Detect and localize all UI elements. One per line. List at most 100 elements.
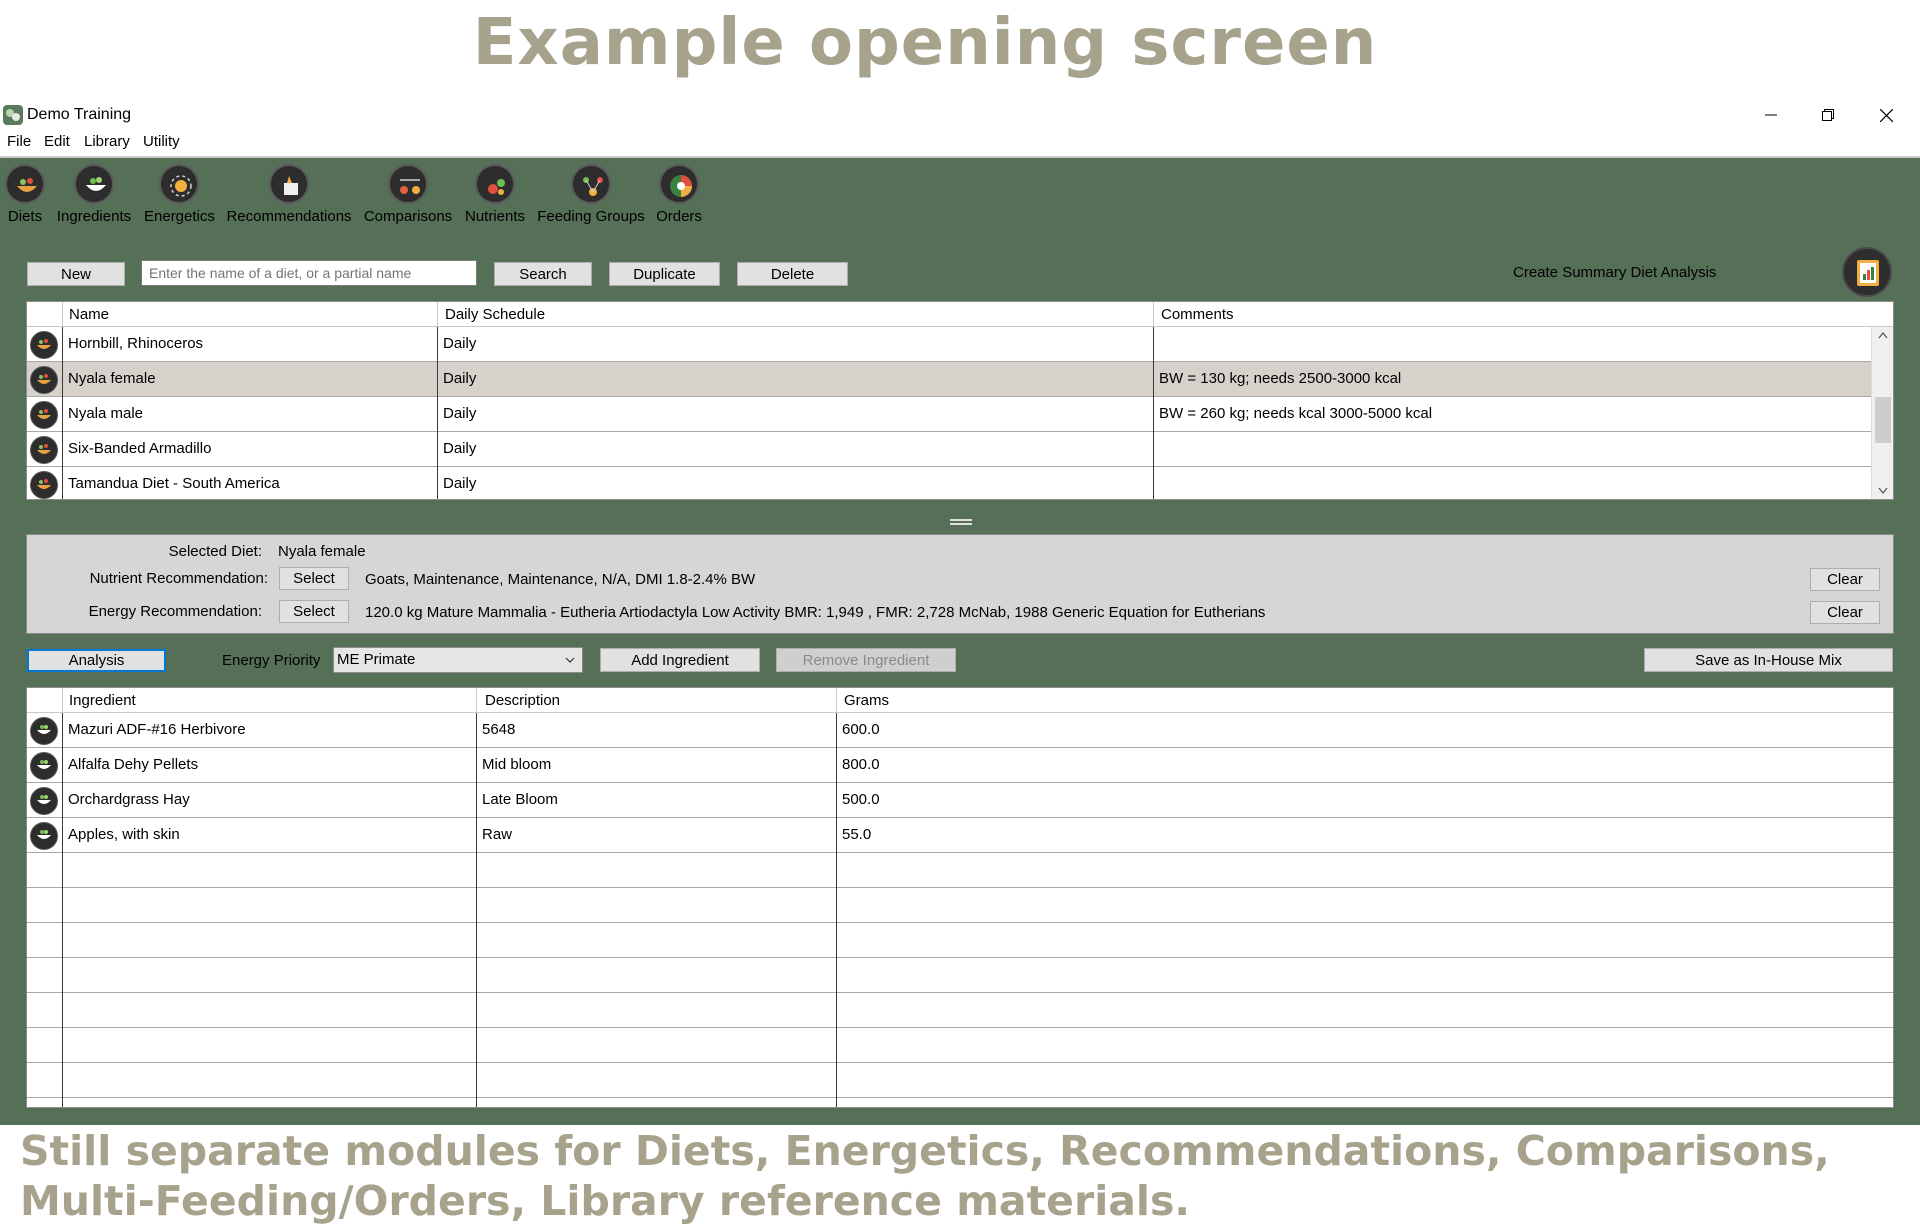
minimize-button[interactable] xyxy=(1743,101,1799,129)
toolbar-diets[interactable]: Diets xyxy=(4,164,46,225)
ingredient-row[interactable]: Mazuri ADF-#16 Herbivore 5648 600.0 xyxy=(27,713,1893,748)
toolbar-nutrients[interactable]: Nutrients xyxy=(463,164,527,225)
energy-priority-select[interactable]: ME Primate xyxy=(333,647,583,673)
ingredient-row[interactable]: Apples, with skin Raw 55.0 xyxy=(27,818,1893,853)
empty-row[interactable] xyxy=(27,1063,1893,1098)
menu-library[interactable]: Library xyxy=(84,133,130,150)
title-bar: Demo Training xyxy=(0,101,1920,129)
window-title: Demo Training xyxy=(27,106,132,123)
diet-schedule: Daily xyxy=(443,335,477,352)
diet-search-input[interactable] xyxy=(141,260,477,286)
toolbar-label: Energetics xyxy=(144,208,215,225)
column-name[interactable]: Name xyxy=(69,306,109,323)
energy-recommendation-value: 120.0 kg Mature Mammalia - Eutheria Arti… xyxy=(365,604,1266,621)
empty-row[interactable] xyxy=(27,888,1893,923)
ingredient-grams[interactable]: 55.0 xyxy=(837,818,1893,852)
divider xyxy=(437,327,438,499)
ingredient-icon xyxy=(30,822,58,850)
empty-row[interactable] xyxy=(27,923,1893,958)
ingredient-grams[interactable]: 800.0 xyxy=(837,748,1893,782)
energy-recommendation-label: Energy Recommendation: xyxy=(88,603,262,620)
save-in-house-mix-button[interactable]: Save as In-House Mix xyxy=(1644,648,1893,672)
duplicate-button[interactable]: Duplicate xyxy=(609,262,720,286)
diet-name: Nyala male xyxy=(68,405,144,422)
toolbar-recommendations[interactable]: Recommendations xyxy=(226,164,352,225)
diet-icon xyxy=(30,331,58,359)
toolbar-comparisons[interactable]: Comparisons xyxy=(363,164,453,225)
column-comments[interactable]: Comments xyxy=(1161,306,1234,323)
ingredient-grams[interactable]: 600.0 xyxy=(837,713,1893,747)
ingredient-grams[interactable]: 500.0 xyxy=(837,783,1893,817)
toolbar-energetics[interactable]: Energetics xyxy=(144,164,215,225)
diet-row[interactable]: Six-Banded Armadillo Daily xyxy=(27,432,1871,467)
analysis-button[interactable]: Analysis xyxy=(27,649,166,672)
clear-nutrient-button[interactable]: Clear xyxy=(1810,568,1880,591)
divider xyxy=(836,713,837,1107)
divider xyxy=(476,713,477,1107)
ingredient-row[interactable]: Orchardgrass Hay Late Bloom 500.0 xyxy=(27,783,1893,818)
diets-scrollbar[interactable] xyxy=(1871,327,1893,499)
column-ingredient[interactable]: Ingredient xyxy=(69,692,136,709)
scroll-thumb[interactable] xyxy=(1875,397,1891,443)
divider xyxy=(476,688,477,713)
select-nutrient-button[interactable]: Select xyxy=(279,567,349,590)
add-ingredient-button[interactable]: Add Ingredient xyxy=(600,648,760,672)
clear-energy-button[interactable]: Clear xyxy=(1810,601,1880,624)
empty-row[interactable] xyxy=(27,993,1893,1028)
selected-diet-value: Nyala female xyxy=(278,543,366,560)
select-energy-button[interactable]: Select xyxy=(279,600,349,623)
column-daily-schedule[interactable]: Daily Schedule xyxy=(445,306,545,323)
menu-bar: File Edit Library Utility xyxy=(0,129,1920,155)
nutrient-recommendation-label: Nutrient Recommendation: xyxy=(89,570,268,587)
new-diet-button[interactable]: New xyxy=(27,262,125,286)
toolbar-feeding-groups[interactable]: Feeding Groups xyxy=(537,164,645,225)
slide-caption: Still separate modules for Diets, Energe… xyxy=(20,1127,1830,1225)
ingredients-table-header: Ingredient Description Grams xyxy=(27,688,1893,713)
toolbar-orders[interactable]: Orders xyxy=(654,164,704,225)
restore-button[interactable] xyxy=(1800,101,1856,129)
diets-icon xyxy=(5,164,45,204)
diet-row[interactable]: Tamandua Diet - South America Daily xyxy=(27,467,1871,499)
toolbar-label: Feeding Groups xyxy=(537,208,645,225)
diet-comments: BW = 260 kg; needs kcal 3000-5000 kcal xyxy=(1159,405,1433,422)
diet-row-selected[interactable]: Nyala female Daily BW = 130 kg; needs 25… xyxy=(27,362,1871,397)
splitter-handle[interactable] xyxy=(950,519,972,527)
column-grams[interactable]: Grams xyxy=(844,692,889,709)
menu-file[interactable]: File xyxy=(7,133,31,150)
energy-priority-value: ME Primate xyxy=(337,651,416,668)
column-description[interactable]: Description xyxy=(485,692,560,709)
diet-row[interactable]: Hornbill, Rhinoceros Daily xyxy=(27,327,1871,362)
ingredient-icon xyxy=(30,717,58,745)
toolbar-ingredients[interactable]: Ingredients xyxy=(54,164,134,225)
diet-schedule: Daily xyxy=(443,405,477,422)
diet-row[interactable]: Nyala male Daily BW = 260 kg; needs kcal… xyxy=(27,397,1871,432)
empty-row[interactable] xyxy=(27,958,1893,993)
search-button[interactable]: Search xyxy=(494,262,592,286)
app-window: Demo Training File Edit Library Utility … xyxy=(0,101,1920,1127)
delete-button[interactable]: Delete xyxy=(737,262,848,286)
summary-analysis-icon[interactable] xyxy=(1842,247,1892,297)
toolbar-label: Comparisons xyxy=(363,208,453,225)
empty-row[interactable] xyxy=(27,1028,1893,1063)
diet-schedule: Daily xyxy=(443,370,477,387)
diet-comments: BW = 130 kg; needs 2500-3000 kcal xyxy=(1159,370,1402,387)
ingredient-row[interactable]: Alfalfa Dehy Pellets Mid bloom 800.0 xyxy=(27,748,1893,783)
scroll-down-icon[interactable] xyxy=(1878,487,1888,495)
ingredient-name: Alfalfa Dehy Pellets xyxy=(68,756,199,773)
empty-row[interactable] xyxy=(27,853,1893,888)
diet-icon xyxy=(30,471,58,499)
diet-icon xyxy=(30,366,58,394)
scroll-up-icon[interactable] xyxy=(1878,331,1888,339)
close-button[interactable] xyxy=(1858,101,1914,129)
menu-utility[interactable]: Utility xyxy=(143,133,180,150)
energetics-icon xyxy=(159,164,199,204)
summary-analysis-label[interactable]: Create Summary Diet Analysis xyxy=(1513,264,1716,281)
toolbar-label: Recommendations xyxy=(226,208,352,225)
diet-schedule: Daily xyxy=(443,475,477,492)
menu-edit[interactable]: Edit xyxy=(44,133,70,150)
ingredient-icon xyxy=(30,752,58,780)
nutrient-recommendation-value: Goats, Maintenance, Maintenance, N/A, DM… xyxy=(365,571,756,588)
remove-ingredient-button[interactable]: Remove Ingredient xyxy=(776,648,956,672)
ingredient-description: Raw xyxy=(482,826,513,843)
selection-panel: Selected Diet: Nyala female Nutrient Rec… xyxy=(26,534,1894,634)
